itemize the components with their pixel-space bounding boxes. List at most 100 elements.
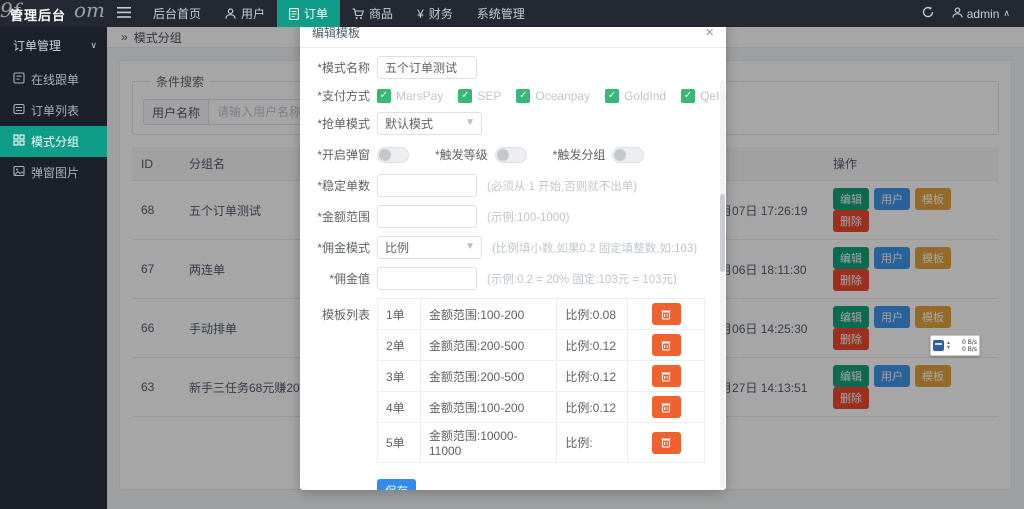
sidebar-item-online-follow[interactable]: 在线跟单 <box>0 64 107 95</box>
mode-name-row: *模式名称 <box>304 56 712 79</box>
template-actions <box>628 361 705 392</box>
template-ratio: 比例:0.12 <box>557 361 628 392</box>
save-button[interactable]: 保存 <box>377 479 416 490</box>
user-icon <box>952 7 963 21</box>
template-range: 金额范围:100-200 <box>420 299 556 330</box>
trash-icon <box>661 371 671 382</box>
pay-methods-group: ✓ MarsPay ✓ SEP ✓ Oceanpay ✓ GoldInd ✓ <box>377 89 726 103</box>
sidebar-item-label: 在线跟单 <box>31 71 79 88</box>
nav-item-home[interactable]: 后台首页 <box>141 0 213 27</box>
nav-label: 商品 <box>369 5 393 22</box>
template-no: 4单 <box>378 392 421 423</box>
sidebar: 订单管理 ∨ 在线跟单 订单列表 模式分组 弹窗图片 <box>0 27 107 509</box>
cart-icon <box>352 8 364 20</box>
grab-mode-select[interactable]: 默认模式 ▼ <box>377 112 482 135</box>
template-actions <box>628 330 705 361</box>
nav-item-system[interactable]: 系统管理 <box>465 0 537 27</box>
pay-methods-row: *支付方式 ✓ MarsPay ✓ SEP ✓ Oceanpay ✓ GoldI… <box>304 87 712 104</box>
commission-mode-select[interactable]: 比例 ▼ <box>377 236 482 259</box>
sidebar-item-label: 订单列表 <box>31 102 79 119</box>
image-icon <box>13 165 25 180</box>
delete-template-button[interactable] <box>652 365 681 387</box>
top-navbar: 9f 管理后台 om 后台首页 用户 订单 商品 <box>0 0 1024 27</box>
level-toggle-label: *触发等级 <box>435 146 488 163</box>
amount-range-input[interactable] <box>377 205 477 228</box>
trash-icon <box>661 437 671 448</box>
list-icon <box>13 103 25 118</box>
template-ratio: 比例:0.08 <box>557 299 628 330</box>
checkbox-sep[interactable]: ✓ SEP <box>458 89 501 103</box>
mode-name-input[interactable] <box>377 56 477 79</box>
checkbox-marspay[interactable]: ✓ MarsPay <box>377 89 443 103</box>
delete-template-button[interactable] <box>652 396 681 418</box>
template-ratio: 比例:0.12 <box>557 392 628 423</box>
nav-item-users[interactable]: 用户 <box>213 0 277 27</box>
template-no: 2单 <box>378 330 421 361</box>
stable-count-row: *稳定单数 (必须从 1 开始,否则就不出单) <box>304 174 712 197</box>
grid-icon <box>13 134 25 149</box>
close-icon[interactable]: × <box>705 25 714 40</box>
sidebar-item-mode-groups[interactable]: 模式分组 <box>0 126 107 157</box>
template-list-table: 1单 金额范围:100-200 比例:0.08 2单 金额范围:200-500 … <box>377 298 705 463</box>
main-menu: 后台首页 用户 订单 商品 ¥ 财务 系统管理 <box>141 0 537 27</box>
commission-mode-hint: (比例填小数,如果0.2 固定填整数,如:103) <box>492 240 697 256</box>
amount-range-row: *金额范围 (示例:100-1000) <box>304 205 712 228</box>
grab-mode-row: *抢单模式 默认模式 ▼ <box>304 112 712 135</box>
commission-value-label: *佣金值 <box>304 270 370 287</box>
checkbox-checked-icon: ✓ <box>458 89 472 103</box>
chevron-up-icon: ∧ <box>1003 8 1010 19</box>
sidebar-item-label: 弹窗图片 <box>31 164 79 181</box>
nav-label: 用户 <box>241 5 265 22</box>
template-list-label: 模板列表 <box>304 306 370 323</box>
network-monitor-icon <box>933 340 944 351</box>
delete-template-button[interactable] <box>652 303 681 325</box>
user-menu[interactable]: admin ∧ <box>952 7 1010 21</box>
checkbox-label: MarsPay <box>396 89 443 103</box>
chevron-down-icon: ▼ <box>465 117 475 128</box>
template-row: 2单 金额范围:200-500 比例:0.12 <box>378 330 705 361</box>
nav-item-products[interactable]: 商品 <box>340 0 405 27</box>
sidebar-item-order-list[interactable]: 订单列表 <box>0 95 107 126</box>
toggle-knob <box>614 149 626 161</box>
nav-item-orders[interactable]: 订单 <box>277 0 340 27</box>
sidebar-item-label: 模式分组 <box>31 133 79 150</box>
commission-value-input[interactable] <box>377 267 477 290</box>
scrollbar-thumb[interactable] <box>720 194 725 272</box>
sidebar-item-popup-images[interactable]: 弹窗图片 <box>0 157 107 188</box>
network-speed-values: 0 B/s 0 B/s <box>953 339 977 353</box>
template-range: 金额范围:100-200 <box>420 392 556 423</box>
upload-speed: 0 B/s <box>962 339 977 346</box>
nav-label: 订单 <box>304 5 328 22</box>
template-actions <box>628 299 705 330</box>
document-icon <box>13 72 25 87</box>
toggle-knob <box>497 149 509 161</box>
modal-scrollbar[interactable] <box>720 80 725 488</box>
sidebar-group-label: 订单管理 <box>13 37 61 54</box>
group-toggle[interactable] <box>612 147 644 163</box>
pay-methods-label: *支付方式 <box>304 87 370 104</box>
order-icon <box>289 8 299 20</box>
sidebar-group-order-management[interactable]: 订单管理 ∨ <box>0 27 107 64</box>
template-list-row: 模板列表 1单 金额范围:100-200 比例:0.08 2单 金额范围:200… <box>304 298 712 463</box>
network-speed-widget[interactable]: ▲ ▼ 0 B/s 0 B/s <box>930 335 980 356</box>
checkbox-oceanpay[interactable]: ✓ Oceanpay <box>516 89 590 103</box>
menu-toggle-button[interactable] <box>107 0 141 27</box>
level-toggle[interactable] <box>495 147 527 163</box>
delete-template-button[interactable] <box>652 334 681 356</box>
delete-template-button[interactable] <box>652 432 681 454</box>
stable-count-label: *稳定单数 <box>304 177 370 194</box>
template-row: 4单 金额范围:100-200 比例:0.12 <box>378 392 705 423</box>
nav-label: 后台首页 <box>153 5 201 22</box>
chevron-down-icon: ▼ <box>465 241 475 252</box>
refresh-icon[interactable] <box>922 6 934 21</box>
commission-value-hint: (示例:0.2 = 20% 固定:103元 = 103元) <box>487 271 677 287</box>
stable-count-input[interactable] <box>377 174 477 197</box>
checkbox-goldind[interactable]: ✓ GoldInd <box>605 89 666 103</box>
toggles-row: *开启弹窗 *触发等级 *触发分组 <box>304 146 712 163</box>
hamburger-icon <box>117 7 131 21</box>
edit-template-modal: 编辑模板 × *模式名称 *支付方式 ✓ MarsPay ✓ SEP ✓ Oce… <box>300 18 726 490</box>
popup-toggle[interactable] <box>377 147 409 163</box>
commission-mode-value: 比例 <box>385 239 409 256</box>
nav-item-finance[interactable]: ¥ 财务 <box>405 0 465 27</box>
chevron-down-icon: ∨ <box>90 40 97 51</box>
